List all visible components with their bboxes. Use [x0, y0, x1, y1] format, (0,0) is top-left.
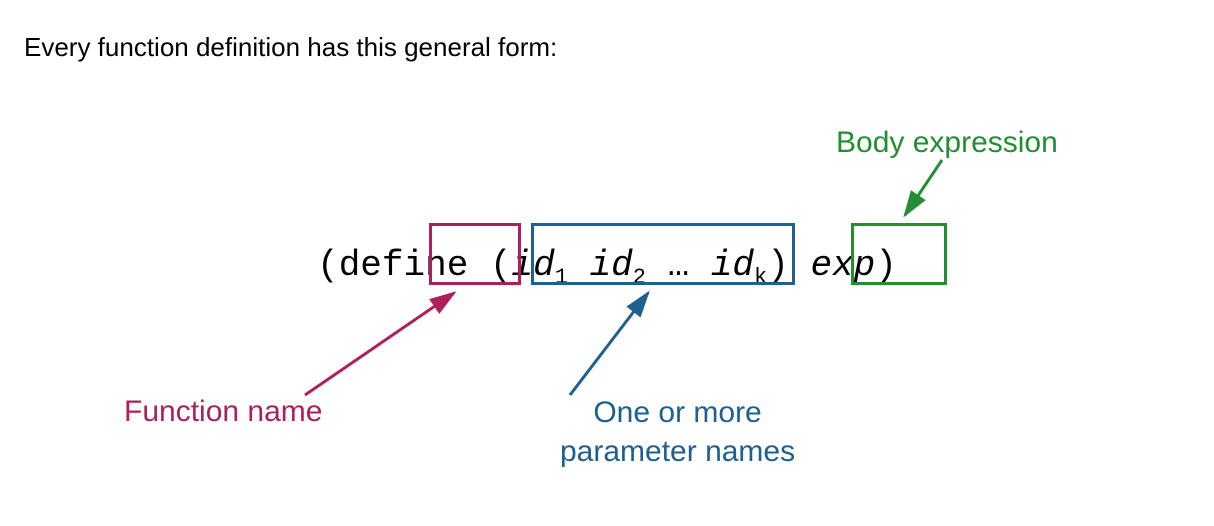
open-paren-outer: ( — [317, 245, 339, 286]
intro-text: Every function definition has this gener… — [24, 32, 557, 63]
params-line2: parameter names — [560, 435, 795, 468]
function-name-box — [429, 223, 521, 285]
body-expression-label: Body expression — [836, 126, 1058, 160]
parameters-label: One or more parameter names — [560, 393, 795, 471]
body-expression-arrow — [905, 160, 942, 215]
params-line1: One or more — [593, 396, 761, 429]
parameters-box — [531, 223, 795, 285]
parameters-arrow — [570, 293, 648, 395]
function-name-label: Function name — [124, 395, 322, 429]
body-expression-box — [851, 223, 947, 285]
function-name-arrow — [305, 293, 454, 395]
